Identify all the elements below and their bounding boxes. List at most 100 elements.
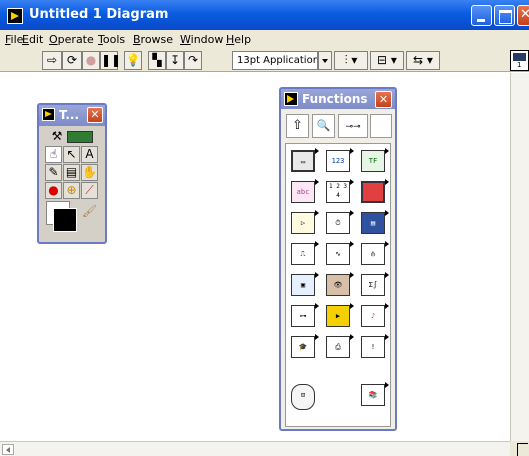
step-into-button[interactable]: ↧	[166, 51, 184, 70]
submenu-arrow-icon	[315, 241, 319, 247]
application-control-icon: ▶	[326, 305, 350, 327]
tutorial-palette-item[interactable]: 🎓	[286, 332, 320, 363]
coloring-brush-tool-icon[interactable]: 🖌	[81, 204, 98, 221]
probe-tool-icon[interactable]: ⊕	[63, 182, 80, 199]
pause-icon: ❚❚	[101, 53, 122, 67]
structures-palette-item[interactable]: ▭	[286, 146, 320, 177]
comparison-icon: ▷	[291, 212, 315, 234]
menu-edit[interactable]: Edit	[22, 33, 43, 46]
select-vi-palette-item[interactable]: ⊡	[286, 380, 320, 420]
run-arrow-icon: ⇨	[46, 53, 58, 67]
application-control-palette-item[interactable]: ▶	[321, 301, 355, 332]
palette-search-button[interactable]: 🔍	[312, 114, 335, 138]
report-printer-icon: ⎙	[326, 336, 350, 358]
submenu-arrow-icon	[315, 148, 319, 154]
time-dialog-palette-item[interactable]: ⏱	[321, 208, 355, 239]
functions-palette-close-button[interactable]: ✕	[375, 91, 392, 108]
numeric-icon: 123	[326, 150, 350, 172]
vi-connector-icon[interactable]: 1	[510, 50, 529, 71]
retain-wire-values-button[interactable]: ▚	[148, 51, 166, 70]
vertical-scrollbar[interactable]	[510, 73, 529, 441]
string-palette-item[interactable]: abc	[286, 177, 320, 208]
horizontal-scrollbar[interactable]	[0, 441, 510, 456]
position-arrow-tool-icon[interactable]: ↖	[63, 146, 80, 163]
data-acquisition-palette-item[interactable]: ▣	[286, 270, 320, 301]
palette-up-button[interactable]: ⇧	[286, 114, 309, 138]
run-continuously-button[interactable]: ⟳	[62, 51, 82, 70]
resize-grip[interactable]	[510, 441, 529, 456]
comparison-palette-item[interactable]: ▷	[286, 208, 320, 239]
scroll-hand-tool-icon[interactable]: ✋	[81, 164, 98, 181]
maximize-button[interactable]	[494, 5, 515, 26]
font-dropdown-button[interactable]	[318, 51, 332, 70]
background-color-swatch-icon	[53, 208, 77, 232]
submenu-arrow-icon	[315, 334, 319, 340]
color-copy-dropper-icon[interactable]: ⟋	[81, 182, 98, 199]
communication-palette-item[interactable]: ⊶	[286, 301, 320, 332]
distribute-objects-button[interactable]: ⊟ ▾	[370, 51, 404, 70]
window-title: Untitled 1 Diagram	[29, 7, 169, 22]
wiring-spool-tool-icon[interactable]: ✎	[45, 164, 62, 181]
graphics-sound-palette-item[interactable]: ♪	[356, 301, 390, 332]
instrument-io-icon: ⫛	[361, 243, 385, 265]
waveform-palette-item[interactable]: ⎍	[286, 239, 320, 270]
tools-palette-titlebar[interactable]: T... ✕	[39, 105, 105, 126]
array-palette-item[interactable]: 1 2 3 4	[321, 177, 355, 208]
tools-palette-title: T...	[59, 108, 80, 122]
font-select[interactable]: 13pt Application Font	[232, 51, 318, 70]
close-window-button[interactable]: ✕	[517, 5, 529, 26]
advanced-icon: !	[361, 336, 385, 358]
menu-tools[interactable]: Tools	[98, 33, 125, 46]
functions-palette[interactable]: Functions ✕ ⇧ 🔍 ⊸⊸ ▭ 123 TF abc 1 2 3 4 …	[279, 87, 397, 431]
submenu-arrow-icon	[350, 272, 354, 278]
pause-button[interactable]: ❚❚	[100, 51, 122, 70]
instrument-io-palette-item[interactable]: ⫛	[356, 239, 390, 270]
lightbulb-icon: 💡	[125, 53, 141, 67]
menu-window[interactable]: Window	[180, 33, 223, 46]
vision-eye-icon: 👁	[326, 274, 350, 296]
menu-operate[interactable]: Operate	[49, 33, 94, 46]
functions-icon-grid: ▭ 123 TF abc 1 2 3 4 ▷ ⏱ ▤ ⎍ ∿ ⫛ ▣ 👁 Σ∫ …	[285, 143, 391, 427]
labeling-text-tool-icon[interactable]: A	[81, 146, 98, 163]
submenu-arrow-icon	[350, 179, 354, 185]
report-generation-palette-item[interactable]: ⎙	[321, 332, 355, 363]
abort-stop-icon: ●	[85, 53, 97, 67]
run-button[interactable]: ⇨	[42, 51, 62, 70]
functions-palette-titlebar[interactable]: Functions ✕	[281, 89, 395, 109]
boolean-palette-item[interactable]: TF	[356, 146, 390, 177]
distribute-objects-icon: ⊟ ▾	[377, 53, 397, 67]
functions-palette-title: Functions	[302, 92, 368, 106]
submenu-arrow-icon	[350, 148, 354, 154]
abort-button[interactable]: ●	[82, 51, 100, 70]
menu-file[interactable]: File	[5, 33, 23, 46]
menu-help[interactable]: Help	[226, 33, 251, 46]
mathematics-palette-item[interactable]: Σ∫	[356, 270, 390, 301]
operate-hand-tool-icon[interactable]: ☝	[45, 146, 62, 163]
shortcut-menu-tool-icon[interactable]: ▤	[63, 164, 80, 181]
numeric-palette-item[interactable]: 123	[321, 146, 355, 177]
tools-palette[interactable]: T... ✕ ⚒ ☝ ↖ A ✎ ▤ ✋ ● ⊕ ⟋ 🖌	[37, 103, 107, 244]
highlight-execution-button[interactable]: 💡	[124, 51, 142, 70]
palette-blank-slot	[370, 114, 392, 138]
graphics-sound-icon: ♪	[361, 305, 385, 327]
auto-tool-toggle-icon[interactable]	[67, 131, 93, 143]
advanced-palette-item[interactable]: !	[356, 332, 390, 363]
cluster-palette-item[interactable]	[356, 177, 390, 208]
step-over-button[interactable]: ↷	[184, 51, 202, 70]
window-titlebar[interactable]: Untitled 1 Diagram ✕	[0, 0, 529, 30]
structures-icon: ▭	[291, 150, 315, 172]
palette-options-button[interactable]: ⊸⊸	[338, 114, 368, 138]
reorder-button[interactable]: ⇆ ▾	[406, 51, 440, 70]
waveform-icon: ⎍	[291, 243, 315, 265]
analyze-palette-item[interactable]: ∿	[321, 239, 355, 270]
menu-browse[interactable]: Browse	[133, 33, 173, 46]
align-objects-button[interactable]: ⫶ ▾	[334, 51, 368, 70]
vision-palette-item[interactable]: 👁	[321, 270, 355, 301]
auto-tool-wrench-icon[interactable]: ⚒	[48, 129, 66, 146]
file-io-palette-item[interactable]: ▤	[356, 208, 390, 239]
breakpoint-tool-icon[interactable]: ●	[45, 182, 62, 199]
tools-palette-close-button[interactable]: ✕	[87, 107, 103, 123]
user-libraries-palette-item[interactable]: 📚	[356, 380, 390, 411]
scroll-left-arrow-icon[interactable]	[2, 444, 14, 455]
minimize-button[interactable]	[471, 5, 492, 26]
